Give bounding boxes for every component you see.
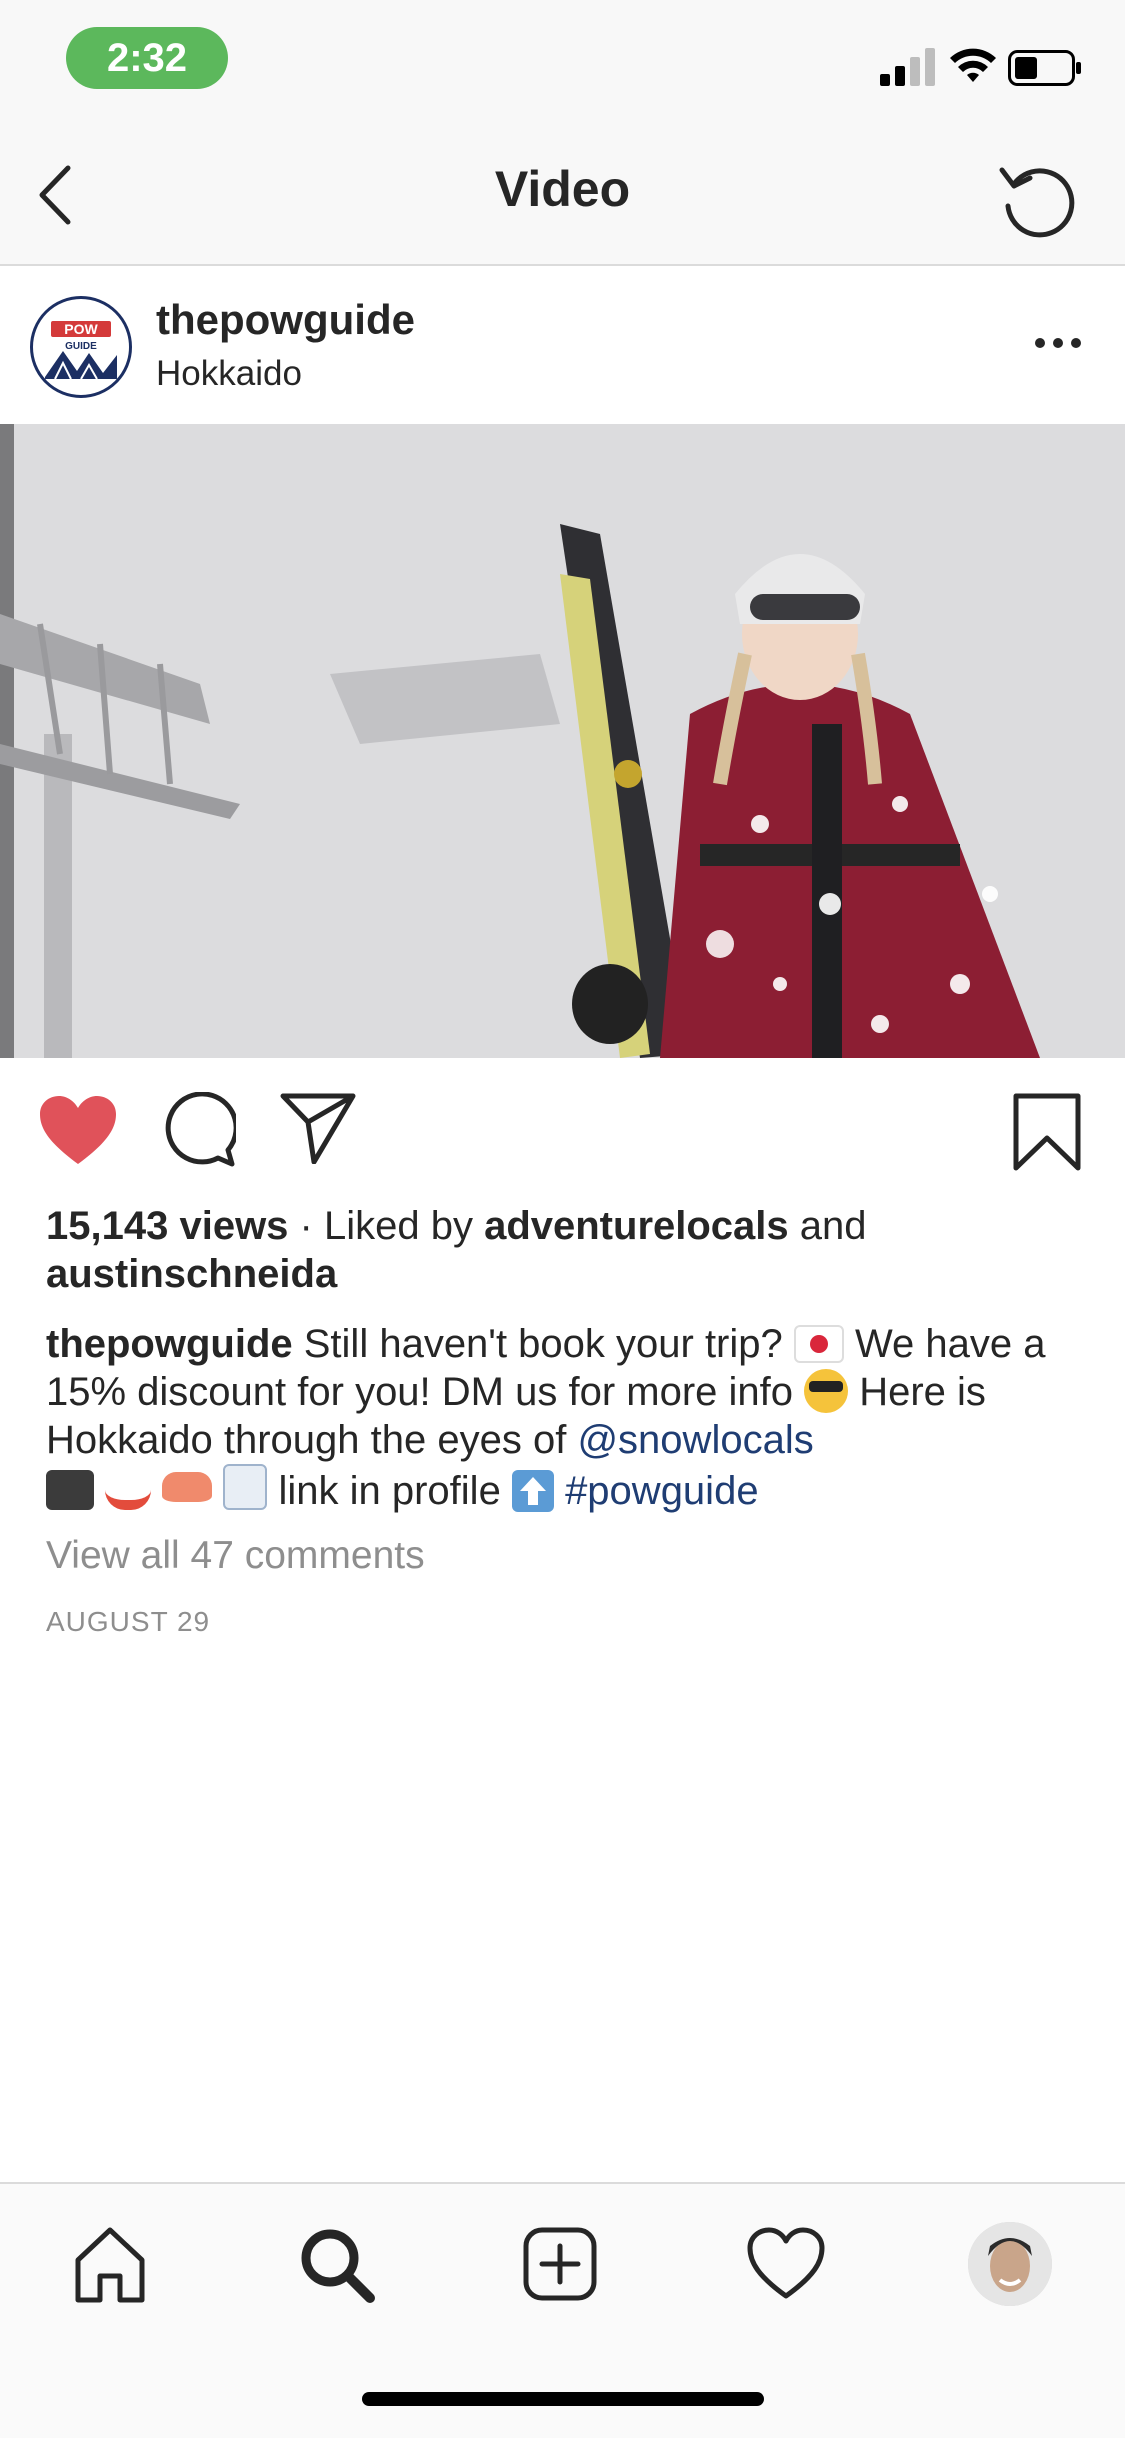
like-icon[interactable] [38, 1094, 118, 1166]
share-send-icon[interactable] [280, 1092, 356, 1164]
page-title: Video [494, 161, 631, 217]
other-user-link[interactable]: austinschneida [46, 1252, 337, 1296]
profile-photo [968, 2222, 1052, 2306]
comment-icon[interactable] [160, 1092, 236, 1168]
sushi-emoji-icon [162, 1472, 213, 1510]
view-all-comments-link[interactable]: View all 47 comments [46, 1534, 425, 1578]
likes-summary: 15,143 views · Liked by adventurelocals … [46, 1202, 1086, 1298]
status-time: 2:32 [66, 27, 228, 89]
post-username[interactable]: thepowguide [156, 296, 415, 344]
activity-heart-icon[interactable] [744, 2222, 828, 2306]
svg-text:GUIDE: GUIDE [65, 341, 97, 352]
post-date: AUGUST 29 [46, 1606, 211, 1637]
cellular-signal-icon [880, 48, 935, 86]
video-frame [0, 424, 1125, 1058]
hot-springs-emoji-icon [105, 1470, 152, 1510]
more-options-icon[interactable] [1030, 328, 1086, 358]
refresh-icon[interactable] [996, 156, 1080, 240]
separator: · [288, 1204, 324, 1248]
battery-icon [1008, 50, 1081, 86]
author-avatar[interactable]: POW GUIDE [30, 296, 132, 398]
home-icon[interactable] [68, 2222, 152, 2306]
add-post-icon[interactable] [518, 2222, 602, 2306]
view-count: 15,143 views [46, 1204, 289, 1248]
wifi-icon [950, 48, 996, 82]
and-text: and [788, 1204, 867, 1248]
hashtag-link[interactable]: #powguide [565, 1469, 759, 1513]
svg-text:POW: POW [64, 321, 98, 337]
post-video[interactable] [0, 424, 1125, 1058]
profile-avatar[interactable] [968, 2222, 1052, 2306]
caption-text: link in profile [267, 1469, 512, 1513]
search-icon[interactable] [294, 2222, 378, 2306]
sunglasses-emoji-icon [804, 1369, 849, 1413]
up-arrow-emoji-icon [511, 1470, 554, 1512]
post-location[interactable]: Hokkaido [156, 354, 302, 394]
caption-text: Still haven't book your trip? [292, 1322, 794, 1366]
liked-user-link[interactable]: adventurelocals [484, 1204, 789, 1248]
bookmark-icon[interactable] [1012, 1092, 1082, 1172]
home-indicator [362, 2392, 764, 2406]
caption-author[interactable]: thepowguide [46, 1322, 293, 1366]
liked-by-prefix: Liked by [323, 1204, 485, 1248]
powguide-logo: POW GUIDE [45, 321, 117, 380]
japan-flag-icon [793, 1325, 844, 1363]
post-header [0, 266, 1125, 424]
post-caption: thepowguide Still haven't book your trip… [46, 1320, 1086, 1515]
sake-emoji-icon [223, 1464, 268, 1510]
mention-link[interactable]: @snowlocals [577, 1418, 813, 1462]
movie-camera-emoji-icon [46, 1470, 94, 1510]
